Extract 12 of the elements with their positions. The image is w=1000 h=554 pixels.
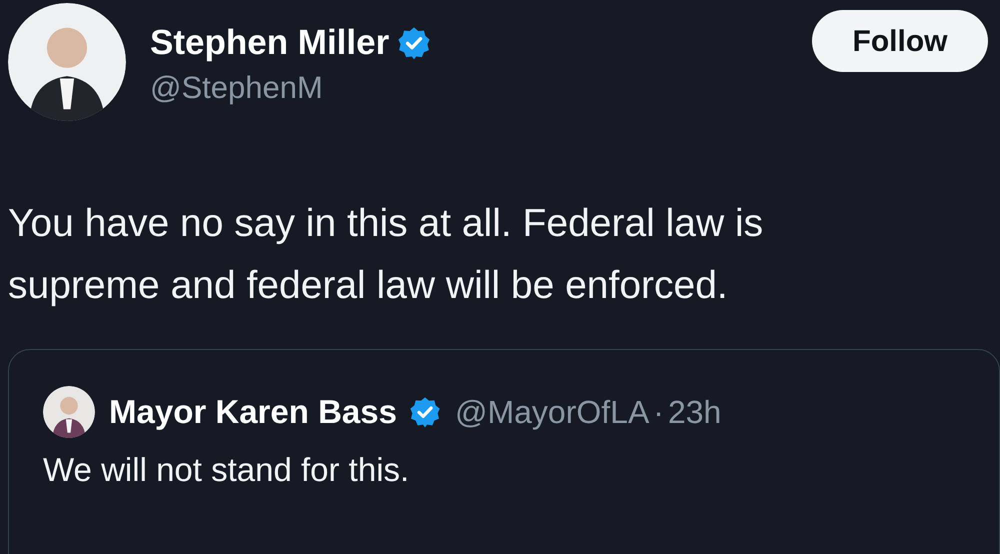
avatar[interactable] (43, 386, 95, 438)
follow-button[interactable]: Follow (812, 10, 988, 72)
display-name: Stephen Miller (150, 22, 390, 64)
user-handle: @StephenM (150, 69, 324, 107)
separator-dot: · (653, 393, 664, 432)
display-name: Mayor Karen Bass (109, 392, 397, 432)
user-handle: @MayorOfLA (454, 393, 650, 432)
post-time: 23h (668, 393, 722, 432)
quoted-post-card[interactable]: Mayor Karen Bass @MayorOfLA·23h We will not stand for this. (8, 349, 1000, 554)
avatar[interactable] (8, 3, 126, 121)
post-text: You have no say in this at all. Federal law is supreme and federal law will be enforced. (7, 201, 764, 309)
quoted-post-text: We will not stand for this. (43, 450, 410, 490)
